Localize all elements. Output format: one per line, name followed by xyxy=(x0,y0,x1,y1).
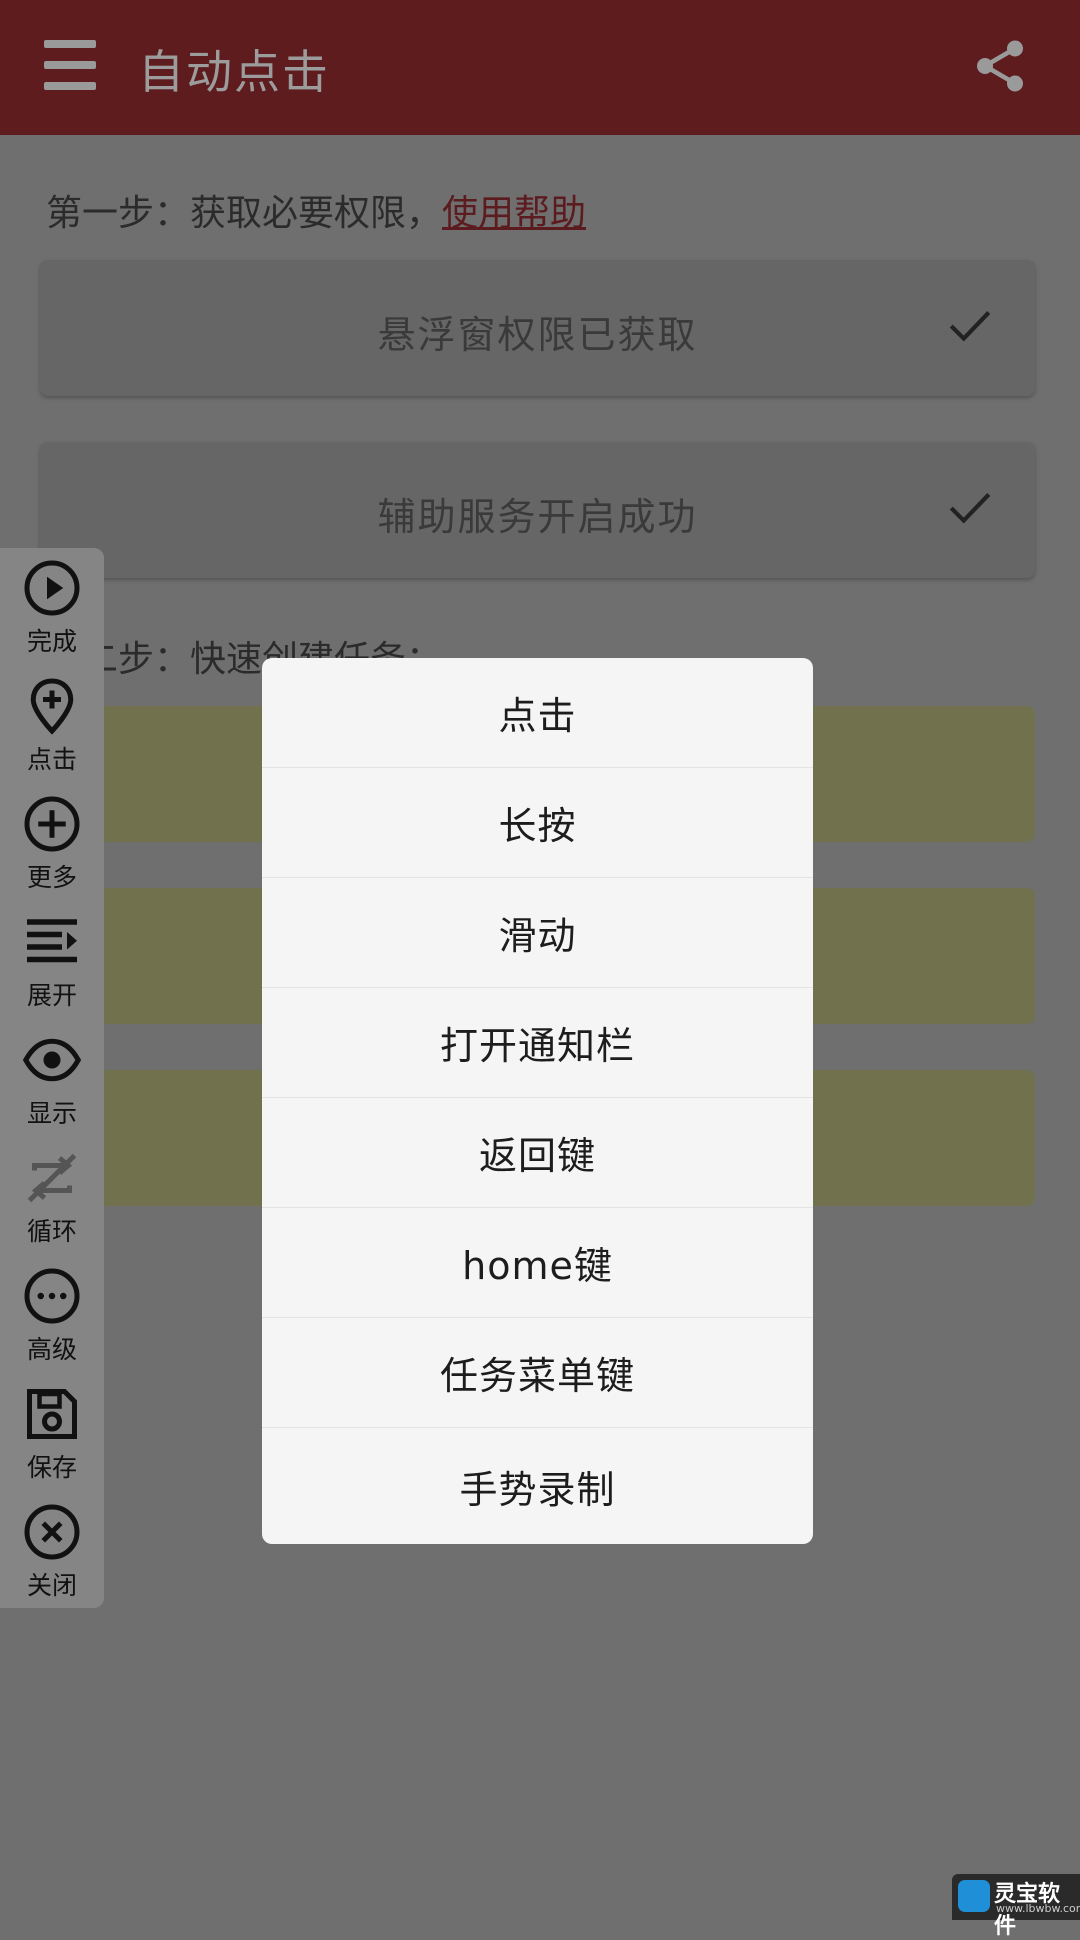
accessibility-service-card[interactable]: 辅助服务开启成功 xyxy=(40,442,1035,578)
eye-icon xyxy=(22,1038,82,1082)
dialog-item-gesture-record[interactable]: 手势录制 xyxy=(262,1428,813,1544)
app-title: 自动点击 xyxy=(138,45,330,99)
toolbar-label: 高级 xyxy=(26,1335,77,1364)
toolbar-label: 点击 xyxy=(26,745,77,774)
toolbar-click-button[interactable]: 点击 xyxy=(0,666,104,784)
toolbar-loop-button[interactable]: 循环 xyxy=(0,1138,104,1256)
dialog-item-open-notifications[interactable]: 打开通知栏 xyxy=(262,988,813,1098)
overlay-permission-card[interactable]: 悬浮窗权限已获取 xyxy=(40,260,1035,396)
toolbar-label: 保存 xyxy=(26,1453,77,1482)
dialog-item-long-press[interactable]: 长按 xyxy=(262,768,813,878)
action-picker-dialog: 点击 长按 滑动 打开通知栏 返回键 home键 任务菜单键 手势录制 xyxy=(262,658,813,1544)
dialog-item-recents-key[interactable]: 任务菜单键 xyxy=(262,1318,813,1428)
toolbar-show-button[interactable]: 显示 xyxy=(0,1020,104,1138)
add-location-icon xyxy=(30,678,74,735)
check-icon xyxy=(949,311,991,342)
share-icon[interactable] xyxy=(970,36,1030,96)
toolbar-label: 完成 xyxy=(26,627,77,656)
watermark: 灵宝软件 www.lbwbw.com xyxy=(952,1874,1080,1939)
toolbar-complete-button[interactable]: 完成 xyxy=(0,548,104,666)
help-link[interactable]: 使用帮助 xyxy=(442,193,586,234)
menu-icon[interactable] xyxy=(44,40,96,92)
dialog-item-swipe[interactable]: 滑动 xyxy=(262,878,813,988)
play-circle-icon xyxy=(24,560,80,616)
toolbar-label: 显示 xyxy=(26,1099,77,1128)
toolbar-label: 关闭 xyxy=(26,1571,77,1600)
toolbar-label: 展开 xyxy=(26,981,77,1010)
watermark-url: www.lbwbw.com xyxy=(996,1902,1080,1915)
close-circle-icon xyxy=(24,1504,80,1560)
list-expand-icon xyxy=(27,919,77,963)
toolbar-save-button[interactable]: 保存 xyxy=(0,1374,104,1492)
floating-toolbar: 完成 点击 更多 展开 显示 循环 高级 保存 关闭 xyxy=(0,548,104,1608)
dialog-item-back-key[interactable]: 返回键 xyxy=(262,1098,813,1208)
dialog-item-home-key[interactable]: home键 xyxy=(262,1208,813,1318)
app-bar: 自动点击 xyxy=(0,0,1080,135)
more-circle-icon xyxy=(24,1268,80,1324)
toolbar-label: 循环 xyxy=(26,1217,77,1246)
step-one-text: 第一步：获取必要权限，使用帮助 xyxy=(46,184,586,236)
repeat-off-icon xyxy=(27,1153,77,1203)
toolbar-expand-button[interactable]: 展开 xyxy=(0,902,104,1020)
toolbar-more-button[interactable]: 更多 xyxy=(0,784,104,902)
step-one-label: 第一步：获取必要权限， xyxy=(46,193,443,234)
watermark-logo-icon xyxy=(958,1880,990,1912)
save-icon xyxy=(27,1389,77,1439)
toolbar-advanced-button[interactable]: 高级 xyxy=(0,1256,104,1374)
toolbar-label: 更多 xyxy=(26,863,77,892)
toolbar-close-button[interactable]: 关闭 xyxy=(0,1492,104,1610)
check-icon xyxy=(949,493,991,524)
overlay-permission-label: 悬浮窗权限已获取 xyxy=(377,313,698,357)
add-circle-icon xyxy=(24,796,80,852)
accessibility-service-label: 辅助服务开启成功 xyxy=(377,495,698,539)
dialog-item-click[interactable]: 点击 xyxy=(262,658,813,768)
